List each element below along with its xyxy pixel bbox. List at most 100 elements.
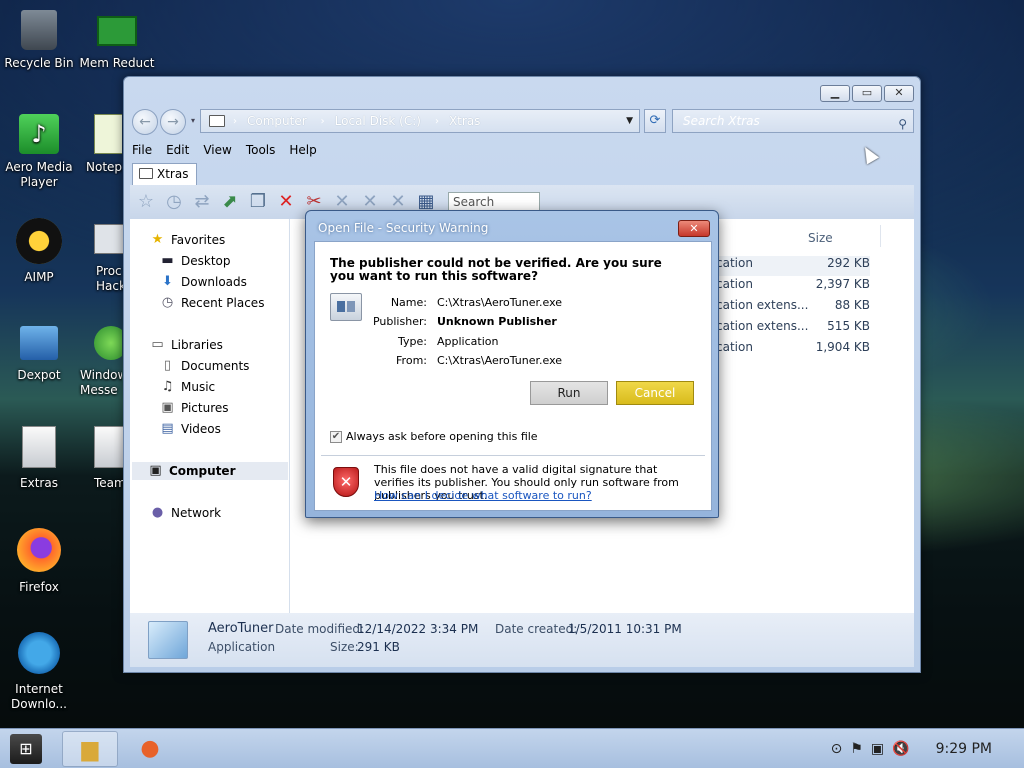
file-row[interactable]: cation extens... 515 KB xyxy=(710,319,870,339)
favorite-star-icon[interactable]: ☆ xyxy=(134,190,158,214)
help-link[interactable]: How can I decide what software to run? xyxy=(374,489,592,502)
network-icon[interactable]: ▣ xyxy=(871,741,884,757)
action-center-flag-icon[interactable]: ⚑ xyxy=(850,741,863,757)
breadcrumb-xtras[interactable]: Xtras xyxy=(449,114,480,128)
move-up-icon[interactable]: ⬈ xyxy=(218,190,242,214)
forward-arrow-icon: → xyxy=(167,114,179,130)
menu-view[interactable]: View xyxy=(203,143,231,159)
menu-help[interactable]: Help xyxy=(289,143,316,159)
menu-tools[interactable]: Tools xyxy=(246,143,276,159)
desktop-icon-process-hacker[interactable]: Proc Hack xyxy=(84,218,124,294)
menu-file[interactable]: File xyxy=(132,143,152,159)
desktop-icon-label: Team xyxy=(94,476,124,490)
toolbar-search-input[interactable]: Search xyxy=(448,192,540,212)
column-header-size[interactable]: Size xyxy=(808,231,833,245)
publisher-label: Publisher: xyxy=(372,315,427,328)
desktop-icon-label: Recycle Bin xyxy=(4,56,74,70)
nav-computer[interactable]: ▣ Computer xyxy=(132,462,288,480)
firefox-icon xyxy=(17,528,61,572)
nav-pictures[interactable]: ▣ Pictures xyxy=(160,399,228,417)
desktop-icon-aero-media-player[interactable]: ♪ Aero Media Player xyxy=(0,114,78,190)
star-icon: ★ xyxy=(151,232,164,247)
nav-libraries[interactable]: ▭ Libraries xyxy=(150,336,223,354)
delete-icon[interactable]: ✕ xyxy=(274,190,298,214)
process-hacker-icon xyxy=(94,224,124,254)
refresh-button[interactable]: ⟳ xyxy=(644,109,666,133)
nav-label: Desktop xyxy=(181,254,231,268)
security-warning-dialog: Open File - Security Warning ✕ The publi… xyxy=(305,210,719,518)
desktop-icon-mem-reduct[interactable]: Mem Reduct xyxy=(78,10,156,71)
minimize-button[interactable]: ▁ xyxy=(820,85,850,102)
navigation-bar: ← → ▾ › Computer › Local Disk (C:) › Xtr… xyxy=(132,109,914,135)
desktop-icon-dexpot[interactable]: Dexpot xyxy=(0,322,78,383)
volume-muted-icon[interactable]: 🔇 xyxy=(892,741,909,757)
desktop-icon-messenger[interactable]: Window Messe xyxy=(78,322,122,398)
sync-icon[interactable]: ⇄ xyxy=(190,190,214,214)
from-value: C:\Xtras\AeroTuner.exe xyxy=(437,354,563,367)
desktop-icon-label: Internet Downlo... xyxy=(11,682,67,711)
file-row[interactable]: cation 1,904 KB xyxy=(710,340,870,360)
nav-label: Videos xyxy=(181,422,221,436)
details-name: AeroTuner xyxy=(208,621,274,636)
file-row[interactable]: cation 2,397 KB xyxy=(710,277,870,297)
always-ask-checkbox[interactable]: ✔ Always ask before opening this file xyxy=(330,430,538,443)
navigation-pane: ★ Favorites ▬ Desktop ⬇ Downloads ◷ Recent P… xyxy=(130,219,290,613)
taskbar-explorer-button[interactable]: ▆ xyxy=(62,731,118,767)
show-hidden-icons-icon[interactable]: ⊙ xyxy=(831,741,843,757)
nav-network[interactable]: ● Network xyxy=(150,504,221,522)
history-icon[interactable]: ◷ xyxy=(162,190,186,214)
breadcrumb-separator: › xyxy=(434,115,439,127)
nav-label: Network xyxy=(171,506,222,520)
file-row[interactable]: cation extens... 88 KB xyxy=(710,298,870,318)
clock-icon: ◷ xyxy=(161,295,174,310)
cancel-button[interactable]: Cancel xyxy=(616,381,694,405)
breadcrumb-local-disk[interactable]: Local Disk (C:) xyxy=(335,114,421,128)
breadcrumb-computer[interactable]: Computer xyxy=(247,114,307,128)
nav-downloads[interactable]: ⬇ Downloads xyxy=(160,273,247,291)
nav-documents[interactable]: ▯ Documents xyxy=(160,357,250,375)
nav-label: Music xyxy=(181,380,216,394)
nav-label: Libraries xyxy=(171,338,223,352)
start-button[interactable]: ⊞ xyxy=(10,734,42,764)
folder-icon: ▆ xyxy=(81,737,99,762)
close-button[interactable]: ✕ xyxy=(884,85,914,102)
nav-label: Favorites xyxy=(171,233,226,247)
libraries-icon: ▭ xyxy=(151,337,164,352)
address-bar[interactable]: › Computer › Local Disk (C:) › Xtras ▼ xyxy=(200,109,640,133)
taskbar-firefox-button[interactable]: ● xyxy=(122,731,178,767)
desktop-icon-internet-download-manager[interactable]: Internet Downlo... xyxy=(0,632,78,712)
copy-icon[interactable]: ❐ xyxy=(246,190,270,214)
forward-button[interactable]: → xyxy=(160,109,186,135)
run-button[interactable]: Run xyxy=(530,381,608,405)
menu-edit[interactable]: Edit xyxy=(166,143,189,159)
desktop-icon-team[interactable]: Team xyxy=(84,426,124,491)
dialog-close-button[interactable]: ✕ xyxy=(678,220,710,237)
desktop-icon-firefox[interactable]: Firefox xyxy=(0,528,78,595)
desktop-icon-aimp[interactable]: AIMP xyxy=(0,218,78,285)
folder-icon xyxy=(139,168,153,179)
details-modified-label: Date modified: xyxy=(275,622,365,636)
maximize-button[interactable]: ▭ xyxy=(852,85,882,102)
search-icon: ⚲ xyxy=(898,117,907,131)
desktop-icon-recycle-bin[interactable]: Recycle Bin xyxy=(0,10,78,71)
nav-recent-places[interactable]: ◷ Recent Places xyxy=(160,294,265,312)
recycle-bin-icon xyxy=(21,10,57,50)
clock[interactable]: 9:29 PM xyxy=(936,741,992,757)
desktop-icon-extras[interactable]: Extras xyxy=(0,426,78,491)
media-player-icon: ♪ xyxy=(19,114,59,154)
nav-favorites[interactable]: ★ Favorites xyxy=(150,231,226,249)
checkmark-icon[interactable]: ✔ xyxy=(330,430,342,443)
desktop-icon-notepad[interactable]: Notepa xyxy=(78,114,122,175)
nav-videos[interactable]: ▤ Videos xyxy=(160,420,221,438)
tab-xtras[interactable]: Xtras xyxy=(132,163,198,185)
search-input[interactable]: Search Xtras ⚲ xyxy=(672,109,914,133)
type-label: Type: xyxy=(398,335,427,348)
file-row[interactable]: cation 292 KB xyxy=(710,256,870,276)
recent-pages-button[interactable]: ▾ xyxy=(188,109,198,135)
chevron-down-icon[interactable]: ▼ xyxy=(626,116,633,126)
back-button[interactable]: ← xyxy=(132,109,158,135)
divider xyxy=(321,455,705,456)
nav-desktop[interactable]: ▬ Desktop xyxy=(160,252,231,270)
nav-music[interactable]: ♫ Music xyxy=(160,378,215,396)
system-tray: ⊙ ⚑ ▣ 🔇 9:29 PM xyxy=(831,729,1024,768)
